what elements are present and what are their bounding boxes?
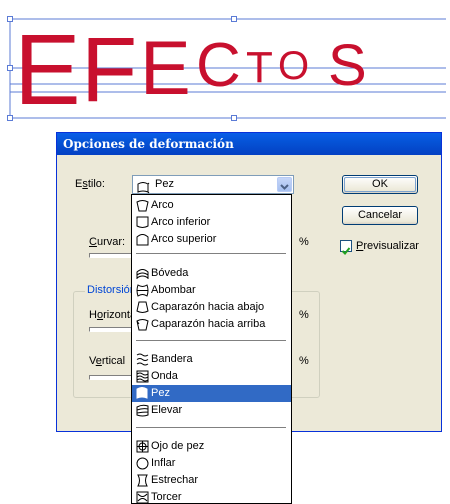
ok-button[interactable]: OK (342, 175, 418, 194)
dropdown-item-label: Ojo de pez (151, 440, 205, 452)
style-label-part: tilo: (87, 178, 105, 190)
dropdown-item-estrechar[interactable]: Estrechar (132, 472, 291, 489)
chevron-down-icon (280, 184, 289, 190)
style-label: Estilo: (75, 178, 105, 190)
handle-middle-left[interactable] (7, 65, 13, 71)
style-select-value: Pez (155, 178, 174, 190)
bulge-icon (136, 284, 149, 297)
warped-letter: E (14, 14, 81, 125)
distortion-label: Distorsión (85, 284, 138, 296)
dialog-title[interactable]: Opciones de deformación (57, 133, 441, 155)
dropdown-item-label: Inflar (151, 457, 176, 469)
separator (136, 340, 286, 341)
rise-icon (136, 404, 149, 417)
wave-icon (136, 370, 149, 383)
warped-letter: T (246, 43, 273, 92)
warped-letter: C (196, 31, 241, 100)
horizontal-slider[interactable] (89, 327, 134, 332)
warped-text[interactable]: E F E C T O S (14, 14, 367, 125)
dropdown-item-label: Onda (151, 370, 178, 382)
dropdown-item-label: Arco (151, 199, 174, 211)
vertical-label-text: rtical (101, 355, 126, 367)
bend-percent: % (299, 236, 309, 248)
artwork-canvas[interactable]: E F E C T O S (0, 0, 450, 125)
arc-lower-icon (136, 216, 149, 228)
vertical-label: Vertical (89, 355, 126, 367)
squeeze-icon (137, 474, 148, 487)
flag-icon (136, 353, 149, 366)
dropdown-item-abombar[interactable]: Abombar (132, 282, 291, 299)
fish-icon (136, 387, 148, 399)
dropdown-item-torcer[interactable]: Torcer (132, 489, 291, 504)
dropdown-item-pez[interactable]: Pez (132, 385, 291, 402)
dropdown-item-label: Estrechar (151, 474, 199, 486)
dropdown-item-label: Abombar (151, 284, 196, 296)
cancel-button[interactable]: Cancelar (342, 206, 418, 225)
separator (136, 253, 286, 254)
screen: E F E C T O S Opciones de deformación Es… (0, 0, 450, 504)
checkmark-icon (341, 247, 351, 255)
bend-label-text: urvar: (96, 236, 126, 248)
warped-letter: F (81, 19, 137, 121)
arch-icon (136, 269, 149, 279)
shell-upper-icon (136, 319, 149, 331)
dropdown-item-label: Arco superior (151, 233, 217, 245)
horizontal-percent: % (299, 309, 309, 321)
style-select[interactable]: Pez (132, 175, 294, 194)
preview-label-text: revisualizar (363, 240, 419, 252)
arc-upper-icon (136, 234, 149, 246)
shell-lower-icon (136, 301, 149, 313)
dropdown-item-label: Bandera (151, 353, 193, 365)
fisheye-icon (136, 440, 149, 453)
dropdown-item-label: Arco inferior (151, 216, 211, 228)
dropdown-item-elevar[interactable]: Elevar (132, 402, 291, 419)
dropdown-button[interactable] (277, 177, 292, 192)
dropdown-item-caparazon-arriba[interactable]: Caparazón hacia arriba (132, 316, 291, 333)
handle-top-left[interactable] (7, 16, 13, 22)
twist-icon (136, 491, 149, 504)
dropdown-item-onda[interactable]: Onda (132, 368, 291, 385)
dropdown-item-ojo-de-pez[interactable]: Ojo de pez (132, 438, 291, 455)
dropdown-item-label: Caparazón hacia arriba (151, 318, 266, 330)
dropdown-item-caparazon-abajo[interactable]: Caparazón hacia abajo (132, 299, 291, 316)
dropdown-item-bandera[interactable]: Bandera (132, 351, 291, 368)
dropdown-item-label: Caparazón hacia abajo (151, 301, 265, 313)
arc-icon (136, 200, 149, 212)
handle-bottom-left[interactable] (7, 115, 13, 121)
dropdown-item-label: Pez (151, 387, 170, 399)
dropdown-item-boveda[interactable]: Bóveda (132, 265, 291, 282)
warped-letter: O (278, 44, 309, 88)
style-dropdown-list[interactable]: Arco Arco inferior Arco superior Bóveda … (131, 194, 292, 504)
handle-bottom-middle[interactable] (231, 115, 237, 121)
dropdown-item-arco-superior[interactable]: Arco superior (132, 231, 291, 248)
dropdown-item-label: Elevar (151, 404, 183, 416)
warped-letter: E (140, 26, 191, 111)
separator (136, 427, 286, 428)
handle-top-middle[interactable] (231, 16, 237, 22)
preview-checkbox[interactable] (340, 240, 352, 255)
vertical-percent: % (299, 355, 309, 367)
preview-label: Previsualizar (356, 240, 419, 252)
dropdown-item-label: Bóveda (151, 267, 189, 279)
inflate-icon (136, 457, 149, 470)
warped-letter: S (328, 33, 367, 98)
dropdown-item-label: Torcer (151, 491, 182, 503)
bend-label: Curvar: (89, 236, 126, 248)
bend-slider[interactable] (89, 253, 134, 258)
vertical-slider[interactable] (89, 375, 134, 380)
dropdown-item-arco[interactable]: Arco (132, 197, 291, 214)
dropdown-item-arco-inferior[interactable]: Arco inferior (132, 214, 291, 231)
dropdown-item-inflar[interactable]: Inflar (132, 455, 291, 472)
